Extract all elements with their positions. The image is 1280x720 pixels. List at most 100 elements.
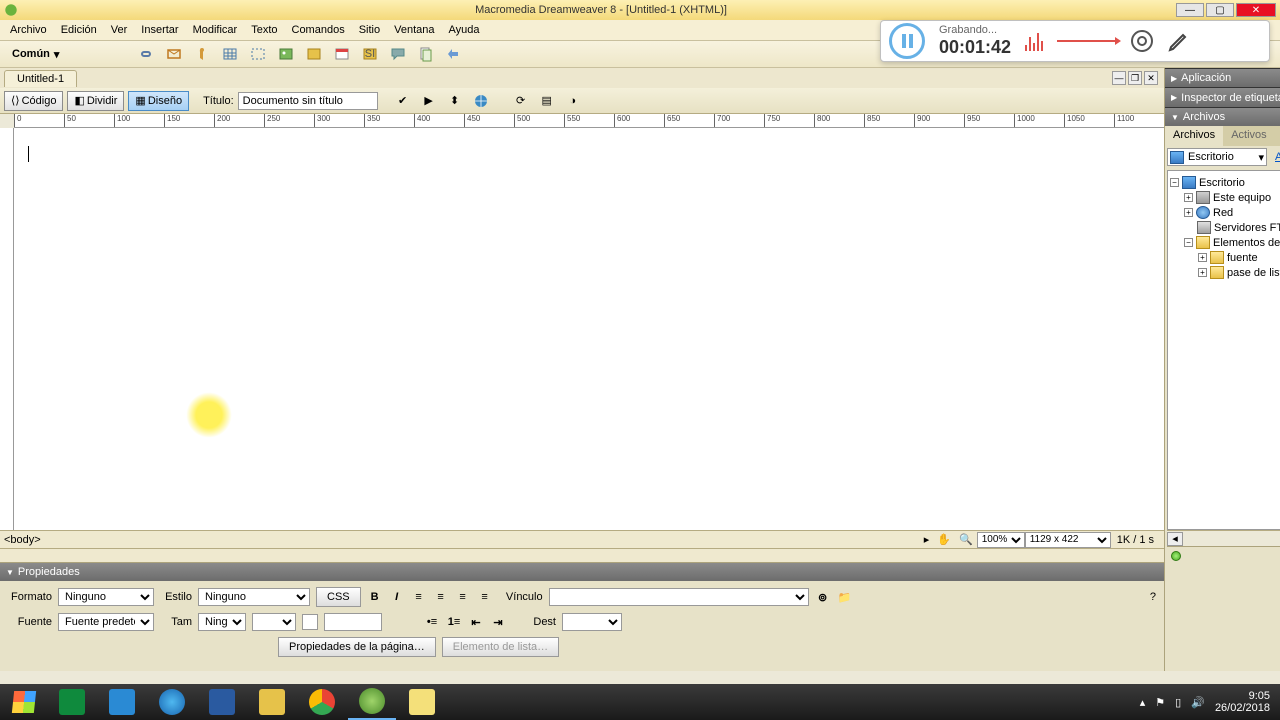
tab-archivos[interactable]: Archivos bbox=[1165, 126, 1223, 146]
annotation-pencil-button[interactable] bbox=[1167, 29, 1191, 53]
zoom-select[interactable]: 100% bbox=[977, 532, 1025, 548]
taskbar-app-store[interactable] bbox=[48, 684, 96, 720]
start-button[interactable] bbox=[2, 684, 46, 720]
ordered-list-button[interactable]: 1≡ bbox=[446, 614, 462, 630]
webcam-toggle-button[interactable] bbox=[1131, 30, 1153, 52]
align-justify-button[interactable]: ≡ bbox=[477, 589, 493, 605]
insert-category-selector[interactable]: Común ▾ bbox=[8, 46, 63, 63]
window-size-select[interactable]: 1129 x 422 bbox=[1025, 532, 1111, 548]
taskbar-app-chrome[interactable] bbox=[298, 684, 346, 720]
server-include-icon[interactable]: SI bbox=[359, 43, 381, 65]
link-select[interactable] bbox=[549, 588, 809, 606]
menu-ver[interactable]: Ver bbox=[105, 22, 134, 38]
tag-selector[interactable]: <body> bbox=[4, 534, 920, 546]
date-icon[interactable] bbox=[331, 43, 353, 65]
taskbar-app-explorer[interactable] bbox=[248, 684, 296, 720]
panel-scrollbar[interactable]: ◂ ▸ bbox=[1167, 530, 1280, 546]
font-select[interactable]: Fuente predeterm bbox=[58, 613, 154, 631]
unordered-list-button[interactable]: •≡ bbox=[424, 614, 440, 630]
align-right-button[interactable]: ≡ bbox=[455, 589, 471, 605]
close-button[interactable]: ✕ bbox=[1236, 3, 1276, 17]
table-icon[interactable] bbox=[219, 43, 241, 65]
page-properties-button[interactable]: Propiedades de la página… bbox=[278, 637, 436, 657]
view-options-icon[interactable]: ▤ bbox=[536, 90, 558, 112]
panel-aplicacion-header[interactable]: Aplicación bbox=[1165, 68, 1280, 87]
color-input[interactable] bbox=[324, 613, 382, 631]
menu-sitio[interactable]: Sitio bbox=[353, 22, 386, 38]
menu-texto[interactable]: Texto bbox=[245, 22, 283, 38]
manage-sites-link[interactable]: Administrar sitio bbox=[1275, 151, 1280, 163]
named-anchor-icon[interactable] bbox=[191, 43, 213, 65]
tree-expander[interactable]: + bbox=[1184, 193, 1193, 202]
align-left-button[interactable]: ≡ bbox=[411, 589, 427, 605]
site-selector[interactable]: Escritorio ▾ bbox=[1167, 148, 1267, 166]
style-select[interactable]: Ninguno bbox=[198, 588, 310, 606]
tree-expander[interactable]: − bbox=[1184, 238, 1193, 247]
tree-expander[interactable]: − bbox=[1170, 178, 1179, 187]
taskbar-app-ie[interactable] bbox=[148, 684, 196, 720]
code-view-button[interactable]: ⟨⟩Código bbox=[4, 91, 63, 111]
tray-show-hidden-icon[interactable]: ▴ bbox=[1140, 696, 1146, 709]
tree-expander[interactable]: + bbox=[1184, 208, 1193, 217]
doc-minimize-button[interactable]: — bbox=[1112, 71, 1126, 85]
tray-volume-icon[interactable]: 🔊 bbox=[1191, 696, 1205, 709]
menu-insertar[interactable]: Insertar bbox=[135, 22, 184, 38]
minimize-button[interactable]: — bbox=[1176, 3, 1204, 17]
properties-header[interactable]: Propiedades bbox=[0, 563, 1164, 581]
tag-chooser-icon[interactable] bbox=[443, 43, 465, 65]
taskbar-app-dreamweaver[interactable] bbox=[348, 684, 396, 720]
file-tree[interactable]: − Escritorio + Este equipo + Red Servido… bbox=[1167, 170, 1280, 530]
size-select[interactable]: Ning. bbox=[198, 613, 246, 631]
menu-archivo[interactable]: Archivo bbox=[4, 22, 53, 38]
tree-expander[interactable]: + bbox=[1198, 268, 1207, 277]
bold-button[interactable]: B bbox=[367, 589, 383, 605]
tab-activos[interactable]: Activos bbox=[1223, 126, 1274, 146]
comment-icon[interactable] bbox=[387, 43, 409, 65]
hyperlink-icon[interactable] bbox=[135, 43, 157, 65]
refresh-icon[interactable]: ⟳ bbox=[510, 90, 532, 112]
point-to-file-icon[interactable]: ⊚ bbox=[815, 589, 831, 605]
indent-button[interactable]: ⇥ bbox=[490, 614, 506, 630]
outdent-button[interactable]: ⇤ bbox=[468, 614, 484, 630]
media-icon[interactable] bbox=[303, 43, 325, 65]
image-icon[interactable] bbox=[275, 43, 297, 65]
doc-close-button[interactable]: ✕ bbox=[1144, 71, 1158, 85]
doc-title-input[interactable] bbox=[238, 92, 378, 110]
browse-folder-icon[interactable]: 📁 bbox=[837, 589, 853, 605]
horizontal-scrollbar[interactable] bbox=[0, 548, 1164, 562]
validate-icon[interactable]: ▶ bbox=[418, 90, 440, 112]
panel-inspector-header[interactable]: Inspector de etiquetas☰ bbox=[1165, 87, 1280, 107]
target-select[interactable] bbox=[562, 613, 622, 631]
split-view-button[interactable]: ◧Dividir bbox=[67, 91, 124, 111]
align-center-button[interactable]: ≡ bbox=[433, 589, 449, 605]
visual-aids-icon[interactable]: ◑ bbox=[562, 90, 584, 112]
tray-flag-icon[interactable]: ⚑ bbox=[1155, 696, 1165, 709]
maximize-button[interactable]: ▢ bbox=[1206, 3, 1234, 17]
color-swatch[interactable] bbox=[302, 614, 318, 630]
tray-clock[interactable]: 9:05 26/02/2018 bbox=[1215, 690, 1270, 714]
zoom-tool-icon[interactable]: 🔍 bbox=[955, 533, 977, 546]
scroll-left-icon[interactable]: ◂ bbox=[1167, 532, 1183, 546]
email-link-icon[interactable] bbox=[163, 43, 185, 65]
menu-ayuda[interactable]: Ayuda bbox=[442, 22, 485, 38]
no-browser-check-icon[interactable]: ✔ bbox=[392, 90, 414, 112]
templates-icon[interactable] bbox=[415, 43, 437, 65]
size-unit-select[interactable] bbox=[252, 613, 296, 631]
preview-browser-icon[interactable] bbox=[470, 90, 492, 112]
taskbar-app-notes[interactable] bbox=[398, 684, 446, 720]
menu-edicion[interactable]: Edición bbox=[55, 22, 103, 38]
file-mgmt-icon[interactable]: ⬍ bbox=[444, 90, 466, 112]
design-view-button[interactable]: ▦Diseño bbox=[128, 91, 189, 111]
tree-expander[interactable]: + bbox=[1198, 253, 1207, 262]
pause-recording-button[interactable] bbox=[889, 23, 925, 59]
format-select[interactable]: Ninguno bbox=[58, 588, 154, 606]
document-tab[interactable]: Untitled-1 bbox=[4, 70, 77, 87]
italic-button[interactable]: I bbox=[389, 589, 405, 605]
taskbar-app-mail[interactable] bbox=[98, 684, 146, 720]
css-button[interactable]: CSS bbox=[316, 587, 361, 607]
tray-network-icon[interactable]: ▯ bbox=[1175, 696, 1181, 709]
div-tag-icon[interactable] bbox=[247, 43, 269, 65]
design-canvas[interactable] bbox=[14, 128, 1164, 530]
doc-restore-button[interactable]: ❐ bbox=[1128, 71, 1142, 85]
tab-fragmentos[interactable]: Fragmentos bbox=[1275, 126, 1280, 146]
